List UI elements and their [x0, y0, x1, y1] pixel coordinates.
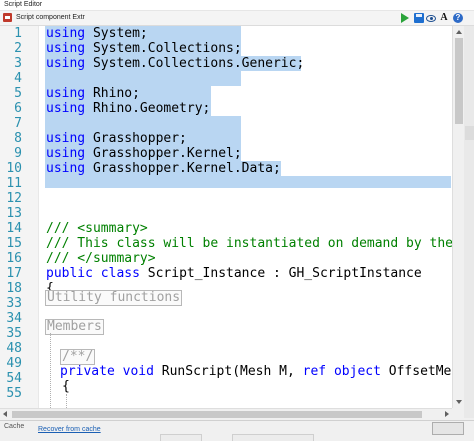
keyword: class [100, 266, 140, 281]
keyword: using [46, 41, 86, 56]
code-line-8: using Grasshopper; [46, 131, 187, 147]
title-bar: Script Editor [0, 0, 474, 11]
keyword: using [46, 161, 86, 176]
dialog-button[interactable] [432, 422, 464, 435]
line-number: 14 [6, 221, 22, 236]
keyword: using [46, 101, 86, 116]
collapsed-comment[interactable]: /**/ [60, 349, 96, 365]
keyword: void [122, 364, 154, 379]
code-line-6: using Rhino.Geometry; [46, 101, 210, 117]
keyword: using [46, 131, 86, 146]
keyword: object [333, 364, 381, 379]
line-number: 16 [6, 251, 22, 266]
toolbar: Script component Extr A ? [0, 11, 474, 26]
code-line-2: using System.Collections; [46, 41, 242, 57]
line-number: 6 [14, 101, 22, 116]
line-number: 49 [6, 356, 22, 371]
code-line-5: using Rhino; [46, 86, 140, 102]
keyword: using [46, 56, 86, 71]
line-number: 9 [14, 146, 22, 161]
line-number: 34 [6, 311, 22, 326]
recover-from-cache-link[interactable]: Recover from cache [38, 426, 101, 433]
indent-guide [50, 333, 51, 408]
code-text: Script_Instance : GH_ScriptInstance [139, 266, 422, 281]
code-text: System.Collections.Generic; [92, 56, 305, 71]
indent-guide [66, 394, 67, 408]
line-number: 55 [6, 386, 22, 401]
save-icon[interactable] [414, 13, 424, 23]
code-line-3: using System.Collections.Generic; [46, 56, 304, 72]
line-number: 5 [14, 86, 22, 101]
horizontal-scrollbar[interactable] [0, 408, 452, 420]
line-number: 11 [6, 176, 22, 191]
scroll-down-icon[interactable] [456, 400, 462, 404]
line-number: 15 [6, 236, 22, 251]
keyword: private [60, 364, 115, 379]
code-text: Rhino; [92, 86, 140, 101]
cache-label: Cache [4, 423, 25, 430]
line-number: 1 [14, 26, 22, 41]
line-number: 33 [6, 296, 22, 311]
code-text: Grasshopper; [92, 131, 187, 146]
code-line-9: using Grasshopper.Kernel; [46, 146, 242, 162]
line-number: 35 [6, 326, 22, 341]
keyword: ref [302, 364, 327, 379]
line-number: 3 [14, 56, 22, 71]
scroll-up-icon[interactable] [456, 30, 462, 34]
line-number: 54 [6, 371, 22, 386]
code-line-14: /// <summary> [46, 221, 148, 236]
code-text: RunScript(Mesh M, [153, 364, 303, 379]
fold-margin [38, 26, 39, 408]
run-icon[interactable] [401, 13, 409, 23]
keyword: using [46, 26, 86, 41]
scroll-left-icon[interactable] [3, 411, 7, 417]
keyword: using [46, 86, 86, 101]
vertical-scroll-thumb[interactable] [455, 38, 463, 124]
code-line-55: { [62, 379, 70, 394]
line-number: 2 [14, 41, 22, 56]
script-editor-window: Script Editor Script component Extr A ? … [0, 0, 474, 441]
code-line-1: using System; [46, 26, 148, 42]
region-utility-functions[interactable]: Utility functions [45, 290, 183, 306]
background-tab [465, 126, 474, 140]
scroll-right-icon[interactable] [445, 411, 449, 417]
component-icon [3, 13, 12, 22]
keyword: using [46, 146, 86, 161]
font-icon[interactable]: A [439, 13, 449, 23]
code-line-16: /// </summary> [46, 251, 156, 266]
background-canvas-edge [464, 26, 474, 418]
code-line-15: /// This class will be instantiated on d… [46, 236, 452, 251]
code-text: Grasshopper.Kernel; [92, 146, 242, 161]
keyword: public [46, 266, 93, 281]
code-line-10: using Grasshopper.Kernel.Data; [46, 161, 281, 177]
selection-block-3 [45, 71, 241, 86]
line-number: 4 [14, 71, 22, 86]
line-number: 17 [6, 266, 22, 281]
preview-icon[interactable] [426, 15, 436, 22]
code-text: System; [92, 26, 148, 41]
window-title: Script Editor [4, 1, 43, 8]
status-bar: Cache Recover from cache [0, 420, 474, 441]
code-editor[interactable]: 1 2 3 4 5 6 7 8 9 10 11 12 13 14 15 16 1… [0, 26, 452, 408]
region-members[interactable]: Members [45, 319, 104, 335]
line-number: 48 [6, 341, 22, 356]
background-window-fragment [160, 434, 202, 441]
horizontal-scroll-thumb[interactable] [12, 411, 422, 418]
code-text: OffsetMes [380, 364, 452, 379]
line-number: 7 [14, 116, 22, 131]
code-line-54: private void RunScript(Mesh M, ref objec… [60, 364, 452, 380]
component-label: Script component Extr [16, 14, 85, 21]
code-line-17: public class Script_Instance : GH_Script… [46, 266, 422, 282]
line-number: 10 [6, 161, 22, 176]
line-number: 12 [6, 191, 22, 206]
selection-block-7 [45, 176, 451, 188]
code-text: Grasshopper.Kernel.Data; [92, 161, 281, 176]
line-number: 18 [6, 281, 22, 296]
help-icon[interactable]: ? [453, 13, 463, 23]
code-text: System.Collections; [92, 41, 242, 56]
line-number: 8 [14, 131, 22, 146]
background-window-fragment [232, 434, 314, 441]
line-number: 13 [6, 206, 22, 221]
code-text: Rhino.Geometry; [92, 101, 211, 116]
